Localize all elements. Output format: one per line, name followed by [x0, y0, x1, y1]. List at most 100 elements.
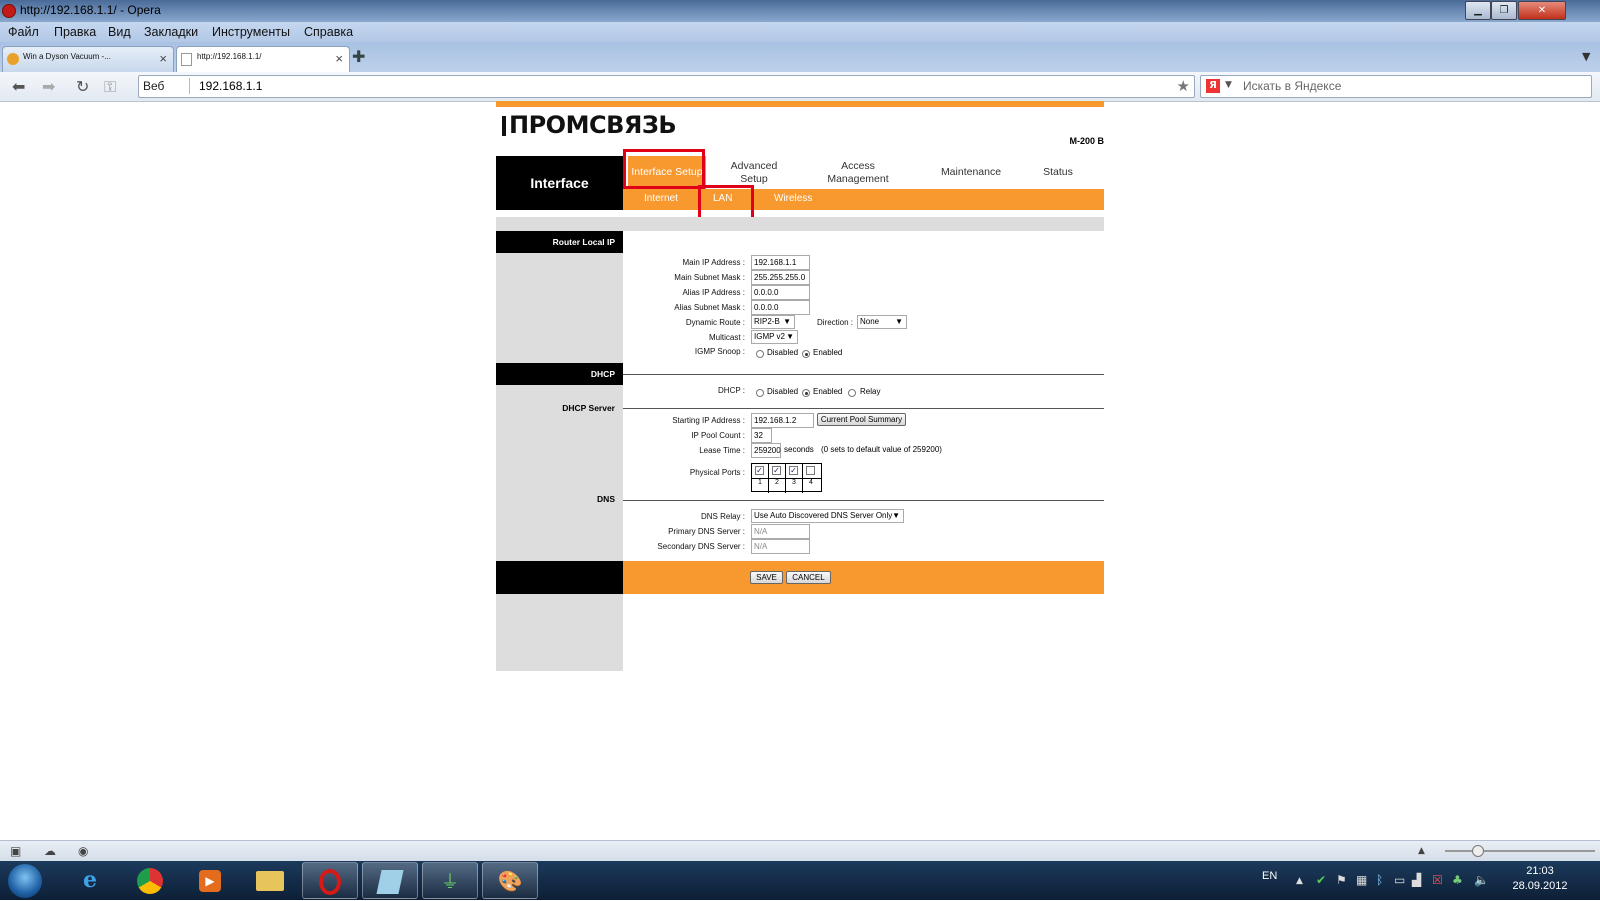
- dhcp-enabled-label: Enabled: [813, 387, 843, 396]
- ip-pool-count-input[interactable]: 32: [751, 428, 772, 443]
- alias-ip-input[interactable]: 0.0.0.0: [751, 285, 810, 300]
- opera-taskbar-button[interactable]: [302, 862, 358, 899]
- gray-spacer: [496, 217, 1104, 231]
- primary-dns-label: Primary DNS Server :: [668, 527, 745, 536]
- dropdown-caret-icon: ▼: [786, 332, 794, 341]
- start-button[interactable]: [8, 864, 42, 898]
- network-app-taskbar-button[interactable]: ⏚: [422, 862, 478, 899]
- tray-flag-icon[interactable]: ⚑: [1336, 873, 1347, 887]
- nav-access-management[interactable]: Access Management: [813, 156, 903, 189]
- menu-edit[interactable]: Правка: [54, 25, 96, 39]
- port-3-checkbox[interactable]: ✓: [789, 466, 798, 475]
- dhcp-enabled-radio[interactable]: [802, 389, 810, 397]
- close-window-button[interactable]: ✕: [1518, 1, 1566, 20]
- brand-name: ПРОМСВЯЗЬ: [509, 111, 677, 139]
- tray-error-icon[interactable]: ☒: [1432, 873, 1443, 887]
- tray-device-icon[interactable]: ▦: [1356, 873, 1367, 887]
- dhcp-relay-radio[interactable]: [848, 389, 856, 397]
- network-signal-icon[interactable]: ▟: [1412, 873, 1421, 887]
- left-gray-column: [496, 231, 623, 671]
- tab-router[interactable]: http://192.168.1.1/ ×: [176, 46, 350, 72]
- physical-ports-grid: ✓ ✓ ✓ 1 2 3 4: [751, 463, 822, 493]
- keyboard-language-indicator[interactable]: EN: [1262, 870, 1277, 882]
- bluetooth-icon[interactable]: ᛒ: [1376, 873, 1383, 887]
- lease-unit-text: seconds: [784, 445, 814, 454]
- footer-button-bar: SAVE CANCEL: [623, 561, 1104, 594]
- main-subnet-mask-input[interactable]: 255.255.255.0: [751, 270, 810, 285]
- zoom-slider-knob[interactable]: [1472, 845, 1484, 857]
- volume-speaker-icon[interactable]: 🔈: [1474, 873, 1489, 887]
- search-field[interactable]: Я ▼ Искать в Яндексе: [1200, 75, 1592, 98]
- chrome-icon[interactable]: [122, 862, 178, 899]
- primary-dns-input[interactable]: N/A: [751, 524, 810, 539]
- highlight-lan: [698, 185, 754, 221]
- subnav-internet[interactable]: Internet: [644, 193, 678, 204]
- model-label: M-200 B: [1069, 136, 1104, 146]
- alias-subnet-mask-input[interactable]: 0.0.0.0: [751, 300, 810, 315]
- menu-help[interactable]: Справка: [304, 25, 353, 39]
- tray-app-icon[interactable]: ♣: [1452, 873, 1463, 887]
- port-cell: 2: [769, 479, 786, 493]
- dynamic-route-select[interactable]: RIP2-B ▼: [751, 315, 795, 329]
- dhcp-relay-label: Relay: [860, 387, 881, 396]
- yandex-logo-icon: Я: [1206, 79, 1220, 93]
- tab-label: Win a Dyson Vacuum -...: [23, 52, 111, 61]
- igmp-enabled-radio[interactable]: [802, 350, 810, 358]
- tab-bar: Win a Dyson Vacuum -... × http://192.168…: [0, 42, 1600, 72]
- address-separator: [189, 78, 190, 94]
- speed-dial-icon[interactable]: ◉: [78, 844, 88, 858]
- starting-ip-input[interactable]: 192.168.1.2: [751, 413, 814, 428]
- search-engine-dropdown-icon[interactable]: ▼: [1225, 80, 1232, 90]
- port-1-checkbox[interactable]: ✓: [755, 466, 764, 475]
- multicast-select[interactable]: IGMP v2 ▼: [751, 330, 798, 344]
- tab-close-icon[interactable]: ×: [335, 51, 343, 66]
- key-icon[interactable]: ⚿: [104, 77, 116, 97]
- save-button[interactable]: SAVE: [750, 571, 783, 584]
- tray-monitor-icon[interactable]: ▭: [1394, 873, 1405, 887]
- menu-bookmarks[interactable]: Закладки: [144, 25, 198, 39]
- direction-select[interactable]: None ▼: [857, 315, 907, 329]
- main-ip-input[interactable]: 192.168.1.1: [751, 255, 810, 270]
- notepad-taskbar-button[interactable]: [362, 862, 418, 899]
- igmp-disabled-radio[interactable]: [756, 350, 764, 358]
- cloud-icon[interactable]: ☁: [44, 844, 56, 858]
- restore-button[interactable]: ❐: [1491, 1, 1517, 20]
- port-cell: 3: [786, 479, 803, 493]
- menu-tools[interactable]: Инструменты: [212, 25, 290, 39]
- menu-file[interactable]: Файл: [8, 25, 39, 39]
- dns-relay-select[interactable]: Use Auto Discovered DNS Server Only ▼: [751, 509, 904, 523]
- forward-arrow-icon[interactable]: ➡: [42, 77, 55, 96]
- current-pool-summary-button[interactable]: Current Pool Summary: [817, 413, 906, 426]
- new-tab-plus-icon[interactable]: ✚: [352, 47, 365, 66]
- reload-icon[interactable]: ↻: [76, 77, 89, 96]
- cancel-button[interactable]: CANCEL: [786, 571, 831, 584]
- secondary-dns-input[interactable]: N/A: [751, 539, 810, 554]
- bookmark-star-icon[interactable]: ★: [1177, 77, 1190, 95]
- nav-status[interactable]: Status: [1028, 156, 1088, 189]
- panel-toggle-icon[interactable]: ▣: [10, 844, 21, 858]
- back-arrow-icon[interactable]: ⬅: [12, 77, 25, 96]
- port-2-checkbox[interactable]: ✓: [772, 466, 781, 475]
- zoom-slider-track[interactable]: [1445, 850, 1595, 852]
- internet-explorer-icon[interactable]: e: [62, 862, 118, 899]
- menu-view[interactable]: Вид: [108, 25, 131, 39]
- nav-maintenance[interactable]: Maintenance: [931, 156, 1011, 189]
- paint-taskbar-button[interactable]: 🎨: [482, 862, 538, 899]
- address-field[interactable]: Веб 192.168.1.1 ★: [138, 75, 1195, 98]
- zoom-up-icon[interactable]: ▲: [1418, 846, 1425, 856]
- tab-menu-chevron-icon[interactable]: ▼: [1582, 50, 1590, 63]
- minimize-button[interactable]: ▁: [1465, 1, 1491, 20]
- tray-expand-icon[interactable]: ▲: [1296, 876, 1303, 886]
- port-cell: 4: [803, 479, 820, 493]
- tray-security-icon[interactable]: ✔: [1316, 873, 1326, 887]
- search-placeholder: Искать в Яндексе: [1243, 79, 1342, 93]
- media-player-icon[interactable]: ▶: [182, 862, 238, 899]
- file-explorer-folder-icon[interactable]: [242, 862, 298, 899]
- subnav-wireless[interactable]: Wireless: [774, 193, 812, 204]
- lease-time-input[interactable]: 259200: [751, 443, 781, 458]
- taskbar-clock[interactable]: 21:03 28.09.2012: [1510, 864, 1570, 894]
- port-4-checkbox[interactable]: [806, 466, 815, 475]
- dhcp-disabled-radio[interactable]: [756, 389, 764, 397]
- tab-dyson[interactable]: Win a Dyson Vacuum -... ×: [2, 46, 174, 72]
- tab-close-icon[interactable]: ×: [159, 51, 167, 66]
